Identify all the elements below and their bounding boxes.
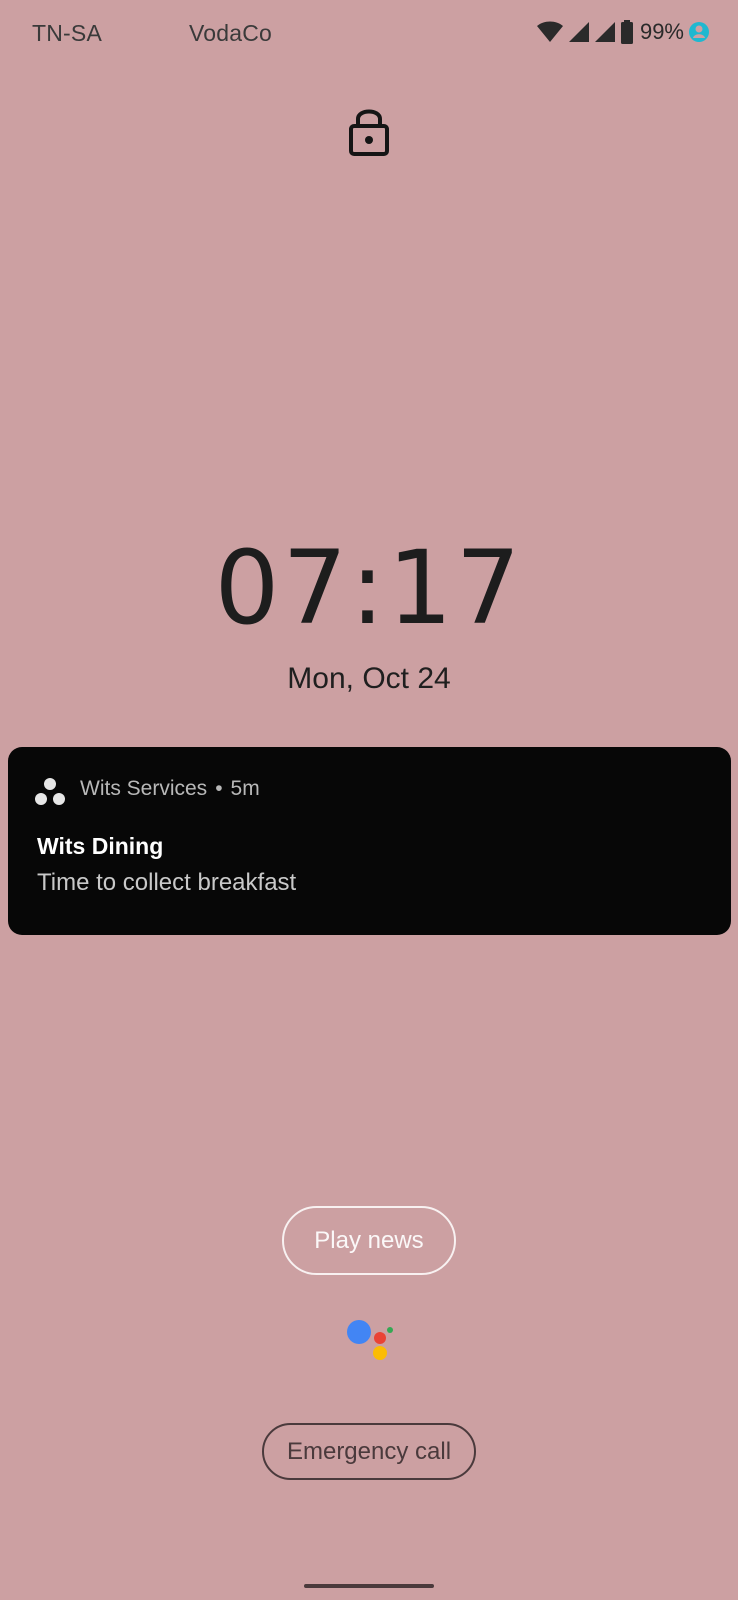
home-indicator[interactable] xyxy=(304,1584,434,1588)
notification-age: 5m xyxy=(230,777,260,800)
signal-icon xyxy=(568,21,590,43)
battery-percentage: 99% xyxy=(639,19,684,44)
carrier-name-primary: TN-SA xyxy=(32,20,102,46)
notification-title: Wits Dining xyxy=(37,833,164,859)
notification-app-name: Wits Services xyxy=(80,777,208,800)
account-status-icon xyxy=(688,21,710,43)
battery-icon xyxy=(620,20,634,44)
play-news-button[interactable]: Play news xyxy=(282,1206,456,1275)
wifi-icon xyxy=(536,20,564,44)
lock-screen-clock: 07:17 xyxy=(214,529,524,648)
notification-card[interactable]: Wits Services • 5m Wits Dining Time to col… xyxy=(8,747,731,935)
status-bar: TN-SA VodaCo 99% xyxy=(0,0,738,66)
lock-screen-date: Mon, Oct 24 xyxy=(287,662,451,695)
wits-services-app-icon xyxy=(34,777,66,807)
notification-body: Time to collect breakfast xyxy=(37,869,297,896)
status-icons: 99% xyxy=(536,18,710,46)
signal-icon xyxy=(594,21,616,43)
lock-icon xyxy=(346,104,392,160)
emergency-call-button[interactable]: Emergency call xyxy=(262,1423,476,1480)
carrier-name-secondary: VodaCo xyxy=(189,20,273,46)
notification-header: Wits Services • 5m xyxy=(80,777,260,801)
google-assistant-icon[interactable] xyxy=(344,1318,396,1366)
notification-separator: • xyxy=(215,777,223,800)
